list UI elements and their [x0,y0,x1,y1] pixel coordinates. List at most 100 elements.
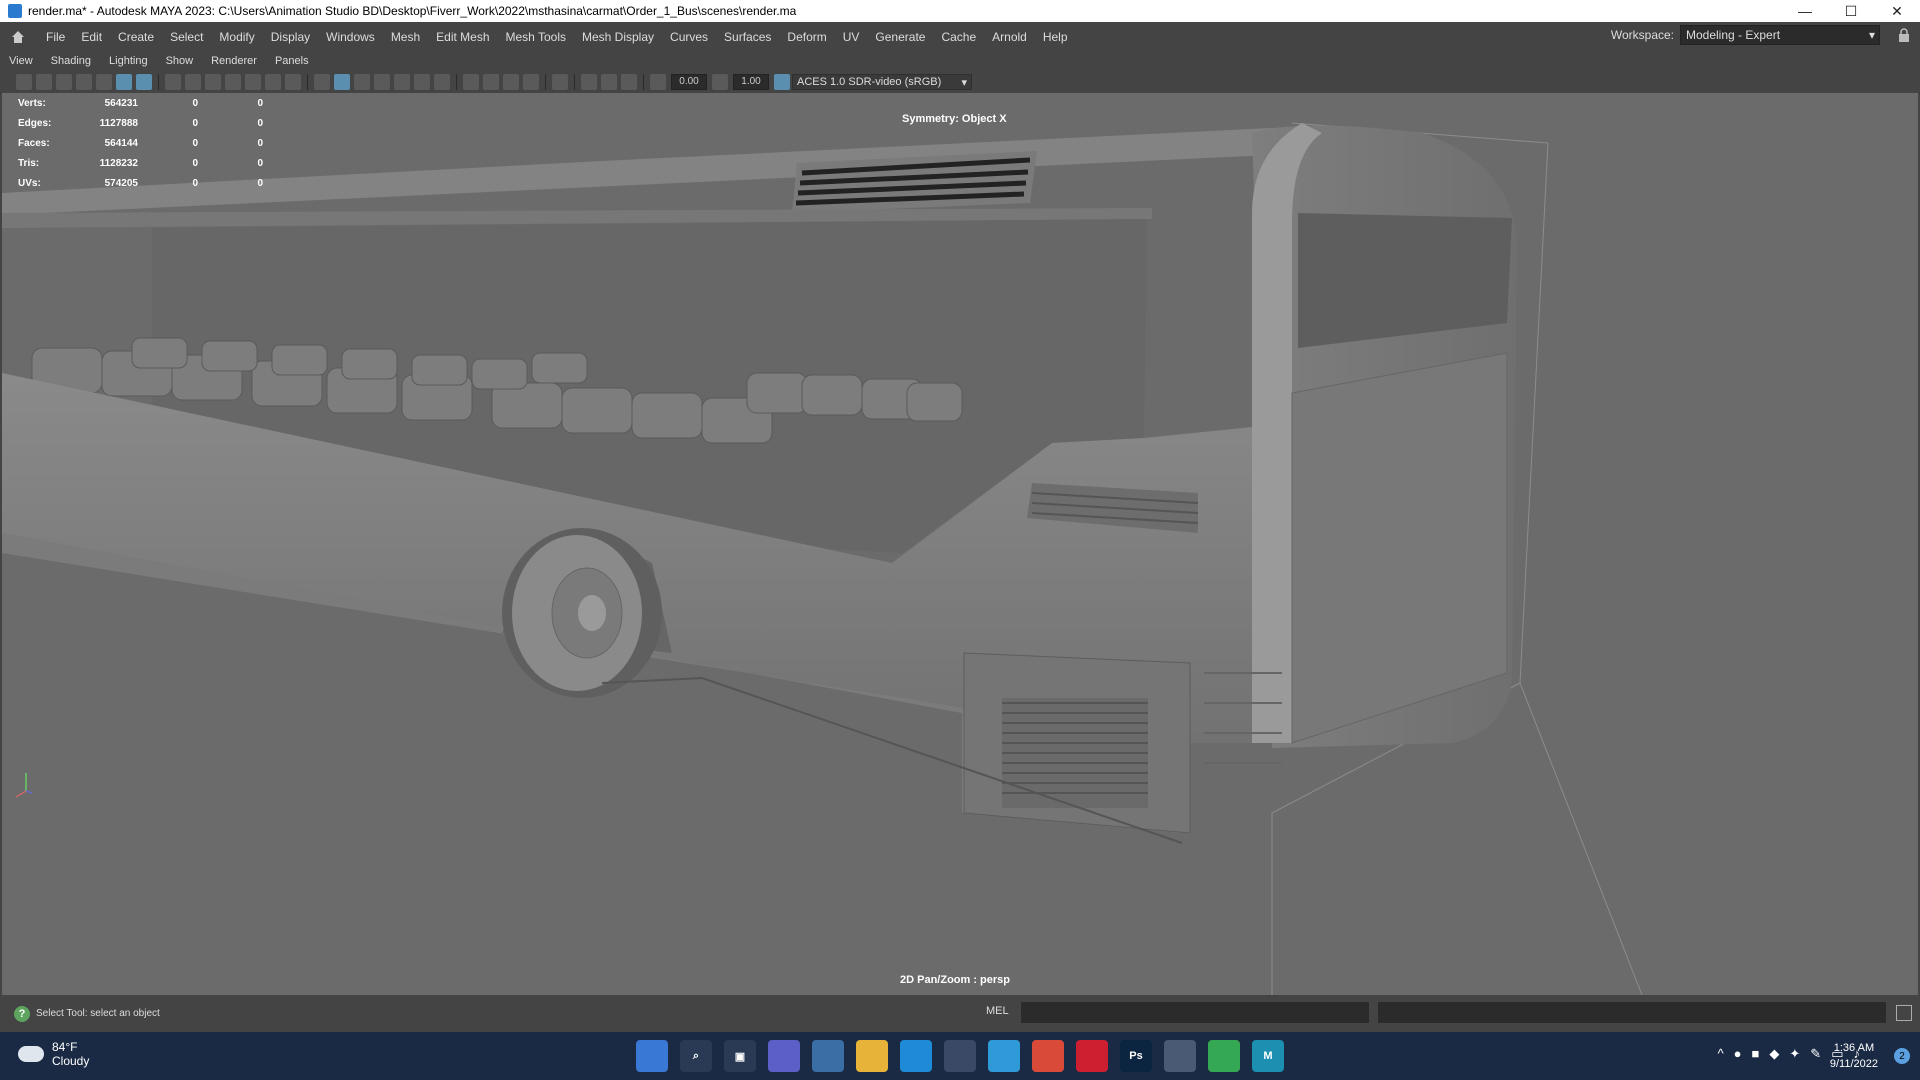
tray-app-icon[interactable]: ● [1734,1046,1742,1062]
lights-icon[interactable] [414,74,430,90]
panel-menu-lighting[interactable]: Lighting [100,55,157,67]
toolbar-divider [158,74,159,90]
hud-value: 0 [192,137,198,149]
shadows-icon[interactable] [434,74,450,90]
textured-icon[interactable] [394,74,410,90]
panel-menu-panels[interactable]: Panels [266,55,318,67]
chevron-up-icon[interactable]: ^ [1718,1046,1724,1062]
xray-active-icon[interactable] [601,74,617,90]
camera-icon[interactable] [16,74,32,90]
image-plane-icon[interactable] [76,74,92,90]
taskbar-clock[interactable]: 1:36 AM 9/11/2022 [1830,1040,1878,1072]
menu-help[interactable]: Help [1035,30,1076,44]
tray-app-icon[interactable]: ◆ [1769,1046,1779,1062]
teams-chat-icon[interactable] [768,1040,800,1072]
resolution-gate-icon[interactable] [205,74,221,90]
photoshop-icon[interactable]: Ps [1120,1040,1152,1072]
panel-menu-renderer[interactable]: Renderer [202,55,266,67]
mel-label[interactable]: MEL [986,1005,1009,1017]
smooth-shade-icon[interactable] [334,74,350,90]
safe-title-icon[interactable] [285,74,301,90]
xray-icon[interactable] [581,74,597,90]
store-icon[interactable] [944,1040,976,1072]
isolate-select-icon[interactable] [552,74,568,90]
toolbar-divider [307,74,308,90]
gate-mask-icon[interactable] [225,74,241,90]
tray-app-icon[interactable]: ■ [1752,1046,1760,1062]
notification-badge[interactable]: 2 [1894,1048,1910,1064]
script-editor-icon[interactable] [1896,1005,1912,1021]
menu-mesh[interactable]: Mesh [383,30,428,44]
menu-create[interactable]: Create [110,30,162,44]
menu-file[interactable]: File [38,30,73,44]
home-icon[interactable] [10,29,26,45]
command-line-input[interactable] [1021,1002,1369,1023]
menu-curves[interactable]: Curves [662,30,716,44]
gamma-icon[interactable] [712,74,728,90]
motion-blur-icon[interactable] [483,74,499,90]
field-chart-icon[interactable] [245,74,261,90]
hud-value: 0 [192,177,198,189]
start-icon[interactable] [636,1040,668,1072]
menu-mesh-display[interactable]: Mesh Display [574,30,662,44]
depth-of-field-icon[interactable] [523,74,539,90]
widgets-icon[interactable] [812,1040,844,1072]
grid-snap-icon[interactable] [116,74,132,90]
maximize-button[interactable]: ☐ [1828,0,1874,22]
safe-action-icon[interactable] [265,74,281,90]
hud-row: Verts: 564231 0 0 [18,93,263,113]
gamma-field[interactable]: 1.00 [733,74,769,90]
menu-cache[interactable]: Cache [933,30,984,44]
workspace-dropdown[interactable]: Modeling - Expert ▾ [1680,25,1880,45]
grid-icon[interactable] [165,74,181,90]
menu-modify[interactable]: Modify [211,30,262,44]
panel-menu-show[interactable]: Show [157,55,203,67]
chrome-icon[interactable] [1032,1040,1064,1072]
minimize-button[interactable]: — [1782,0,1828,22]
dropbox-icon[interactable]: ✦ [1789,1046,1800,1062]
chrome-profile-icon[interactable] [1208,1040,1240,1072]
panel-menu-shading[interactable]: Shading [42,55,100,67]
task-view-icon[interactable]: ▣ [724,1040,756,1072]
opera-icon[interactable] [1076,1040,1108,1072]
search-icon[interactable]: ⌕ [680,1040,712,1072]
menu-edit-mesh[interactable]: Edit Mesh [428,30,497,44]
hud-label: Tris: [18,157,40,169]
menu-edit[interactable]: Edit [73,30,110,44]
edge-icon[interactable] [900,1040,932,1072]
wireframe-toggle-icon[interactable] [136,74,152,90]
maya-icon[interactable]: M [1252,1040,1284,1072]
anti-aliasing-icon[interactable] [503,74,519,90]
bookmark-icon[interactable] [56,74,72,90]
close-button[interactable]: ✕ [1874,0,1920,22]
file-explorer-icon[interactable] [856,1040,888,1072]
view-transform-dropdown[interactable]: ACES 1.0 SDR-video (sRGB) ▾ [792,74,972,90]
camera-attributes-icon[interactable] [36,74,52,90]
ambient-occlusion-icon[interactable] [463,74,479,90]
menu-select[interactable]: Select [162,30,211,44]
app-icon[interactable] [988,1040,1020,1072]
perspective-viewport[interactable]: Verts: 564231 0 0 Edges: 1127888 0 0 Fac… [2,93,1918,995]
menu-display[interactable]: Display [263,30,318,44]
menu-surfaces[interactable]: Surfaces [716,30,779,44]
lock-icon[interactable] [1898,28,1910,42]
weather-widget[interactable]: 84°F Cloudy [18,1040,89,1068]
menu-uv[interactable]: UV [835,30,868,44]
wireframe-on-shaded-icon[interactable] [374,74,390,90]
exposure-field[interactable]: 0.00 [671,74,707,90]
default-material-icon[interactable] [354,74,370,90]
menu-deform[interactable]: Deform [779,30,834,44]
pen-icon[interactable]: ✎ [1810,1046,1821,1062]
menu-mesh-tools[interactable]: Mesh Tools [498,30,574,44]
panel-menu-view[interactable]: View [0,55,42,67]
menu-windows[interactable]: Windows [318,30,383,44]
wireframe-icon[interactable] [314,74,330,90]
color-management-icon[interactable] [774,74,790,90]
exposure-icon[interactable] [650,74,666,90]
film-gate-icon[interactable] [185,74,201,90]
grease-pencil-icon[interactable] [96,74,112,90]
calculator-icon[interactable] [1164,1040,1196,1072]
xray-joints-icon[interactable] [621,74,637,90]
menu-generate[interactable]: Generate [867,30,933,44]
menu-arnold[interactable]: Arnold [984,30,1035,44]
